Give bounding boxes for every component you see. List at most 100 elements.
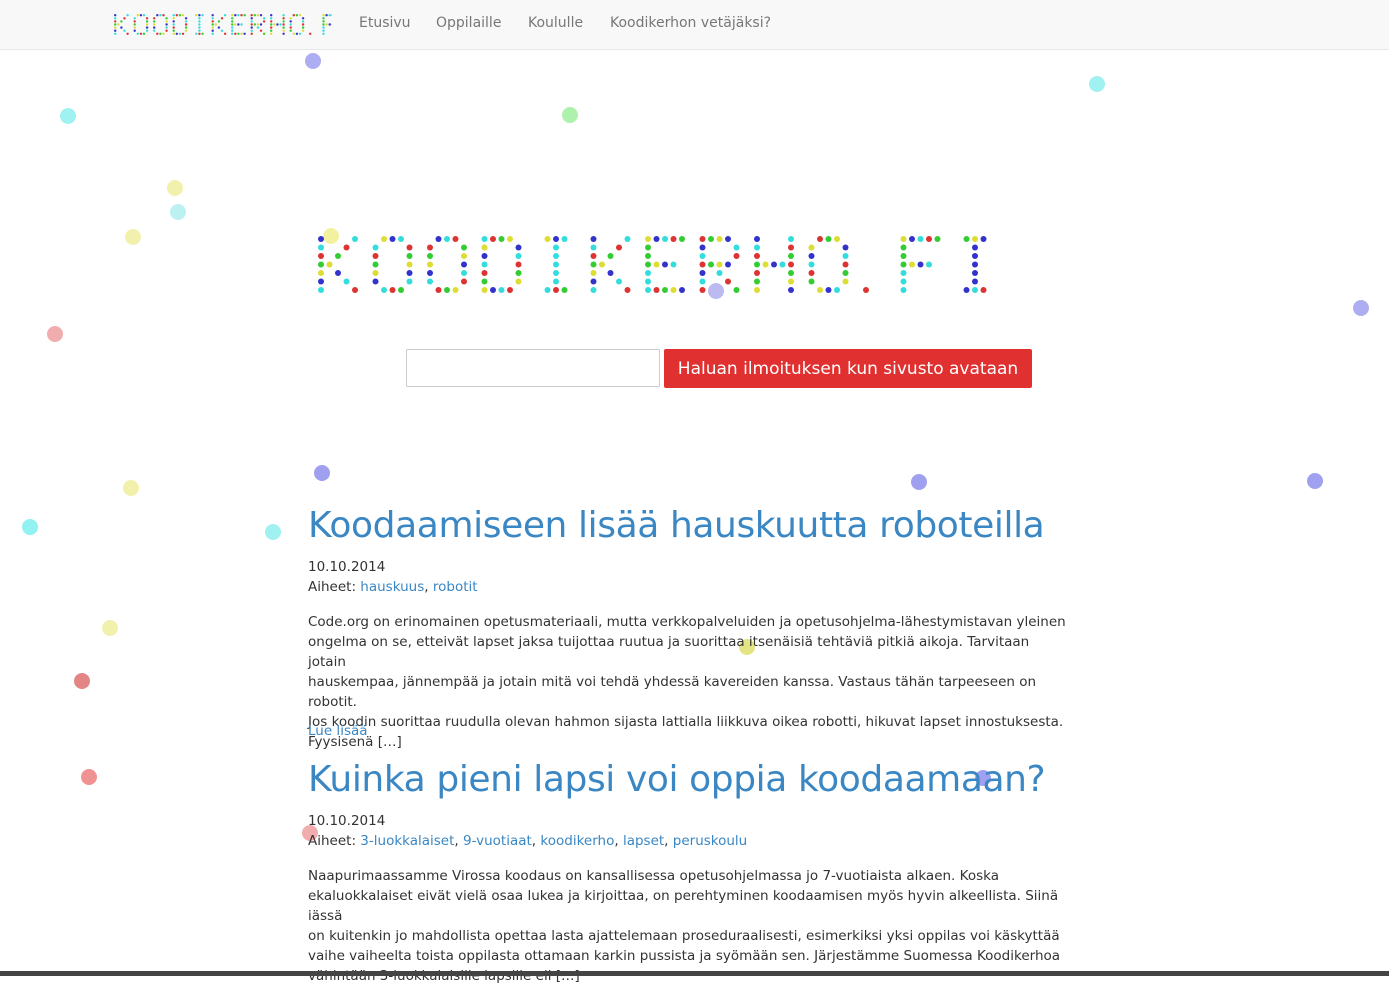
logo-dot	[137, 14, 139, 16]
logo-dot	[809, 279, 815, 285]
logo-dot	[373, 253, 379, 259]
logo-dot	[591, 262, 597, 268]
excerpt-line: Jos koodin suorittaa ruudulla olevan hah…	[308, 712, 1068, 732]
logo-dot	[198, 26, 200, 28]
logo-dot	[293, 14, 295, 16]
logo-dot	[257, 26, 259, 28]
tag-link[interactable]: 9-vuotiaat	[463, 833, 532, 849]
logo-dot	[234, 14, 236, 16]
logo-dot	[817, 236, 823, 242]
notify-button[interactable]: Haluan ilmoituksen kun sivusto avataan	[664, 349, 1032, 388]
floating-dot	[1353, 300, 1369, 316]
logo-dot	[608, 253, 614, 259]
logo-dot	[117, 23, 119, 25]
logo-dot	[195, 14, 197, 16]
logo-dot	[270, 17, 272, 19]
logo-dot	[322, 30, 324, 32]
logo-dot	[212, 14, 214, 16]
logo-dot	[290, 23, 292, 25]
floating-dot	[22, 519, 38, 535]
excerpt-line: hauskempaa, jännempää ja jotain mitä voi…	[308, 672, 1068, 712]
logo-dot	[482, 253, 488, 259]
logo-dot	[788, 279, 794, 285]
logo-dot	[788, 262, 794, 268]
nav-item-vetajaksi[interactable]: Koodikerhon vetäjäksi?	[610, 15, 771, 31]
logo-dot	[708, 236, 714, 242]
logo-dot	[254, 23, 256, 25]
logo-dot	[616, 245, 622, 251]
logo-dot	[788, 270, 794, 276]
email-input[interactable]	[406, 349, 660, 387]
logo-dot	[185, 17, 187, 19]
post-title[interactable]: Koodaamiseen lisää hauskuutta roboteilla	[308, 505, 1044, 546]
tag-link[interactable]: lapset	[623, 833, 664, 849]
read-more-link[interactable]: Lue lisää	[308, 723, 368, 739]
logo-dot	[436, 287, 442, 293]
excerpt-line: Code.org on erinomainen opetusmateriaali…	[308, 612, 1068, 632]
floating-dot	[74, 673, 90, 689]
logo-dot	[390, 236, 396, 242]
logo-dot	[234, 23, 236, 25]
logo-dot	[843, 262, 849, 268]
logo-dot	[273, 23, 275, 25]
bottom-edge	[0, 971, 1389, 976]
logo-dot	[725, 262, 731, 268]
logo-dot	[302, 30, 304, 32]
logo-dot	[734, 245, 740, 251]
logo-dot	[251, 33, 253, 35]
nav-item-koululle[interactable]: Koululle	[528, 15, 583, 31]
tags-label: Aiheet:	[308, 579, 356, 595]
tag-link[interactable]: 3-luokkalaiset	[360, 833, 454, 849]
post-title[interactable]: Kuinka pieni lapsi voi oppia koodaamaan?	[308, 759, 1045, 800]
logo-dot	[212, 30, 214, 32]
logo-dot	[231, 26, 233, 28]
brand-logo[interactable]	[112, 12, 332, 38]
tag-link[interactable]: koodikerho	[540, 833, 614, 849]
logo-dot	[754, 287, 760, 293]
logo-dot	[251, 30, 253, 32]
logo-dot	[373, 270, 379, 276]
logo-dot	[335, 253, 341, 259]
logo-dot	[771, 262, 777, 268]
logo-dot	[482, 270, 488, 276]
floating-dot	[314, 465, 330, 481]
nav-item-oppilaille[interactable]: Oppilaille	[436, 15, 501, 31]
logo-dot	[516, 245, 522, 251]
logo-dot	[926, 236, 932, 242]
logo-dot	[335, 270, 341, 276]
logo-dot	[212, 20, 214, 22]
logo-dot	[700, 262, 706, 268]
logo-dot	[327, 262, 333, 268]
excerpt-line: ekaluokkalaiset eivät vielä osaa lukea j…	[308, 886, 1068, 926]
logo-dot	[198, 30, 200, 32]
tag-link[interactable]: robotit	[433, 579, 478, 595]
logo-dot	[173, 30, 175, 32]
logo-dot	[407, 262, 413, 268]
logo-dot	[390, 287, 396, 293]
logo-dot	[134, 23, 136, 25]
logo-dot	[231, 17, 233, 19]
tag-link[interactable]: hauskuus	[360, 579, 424, 595]
logo-dot	[322, 17, 324, 19]
nav-item-etusivu[interactable]: Etusivu	[359, 15, 411, 31]
logo-dot	[373, 245, 379, 251]
logo-dot	[329, 23, 331, 25]
logo-dot	[270, 23, 272, 25]
logo-dot	[507, 287, 513, 293]
logo-dot	[134, 17, 136, 19]
logo-dot	[212, 33, 214, 35]
logo-dot	[553, 279, 559, 285]
logo-dot	[153, 30, 155, 32]
logo-dot	[318, 245, 324, 251]
tag-link[interactable]: peruskoulu	[673, 833, 747, 849]
logo-dot	[257, 14, 259, 16]
post-date: 10.10.2014	[308, 559, 385, 575]
logo-dot	[490, 236, 496, 242]
logo-dot	[461, 270, 467, 276]
logo-dot	[453, 287, 459, 293]
logo-dot	[251, 23, 253, 25]
logo-dot	[212, 23, 214, 25]
logo-dot	[407, 245, 413, 251]
logo-dot	[146, 20, 148, 22]
logo-dot	[671, 262, 677, 268]
